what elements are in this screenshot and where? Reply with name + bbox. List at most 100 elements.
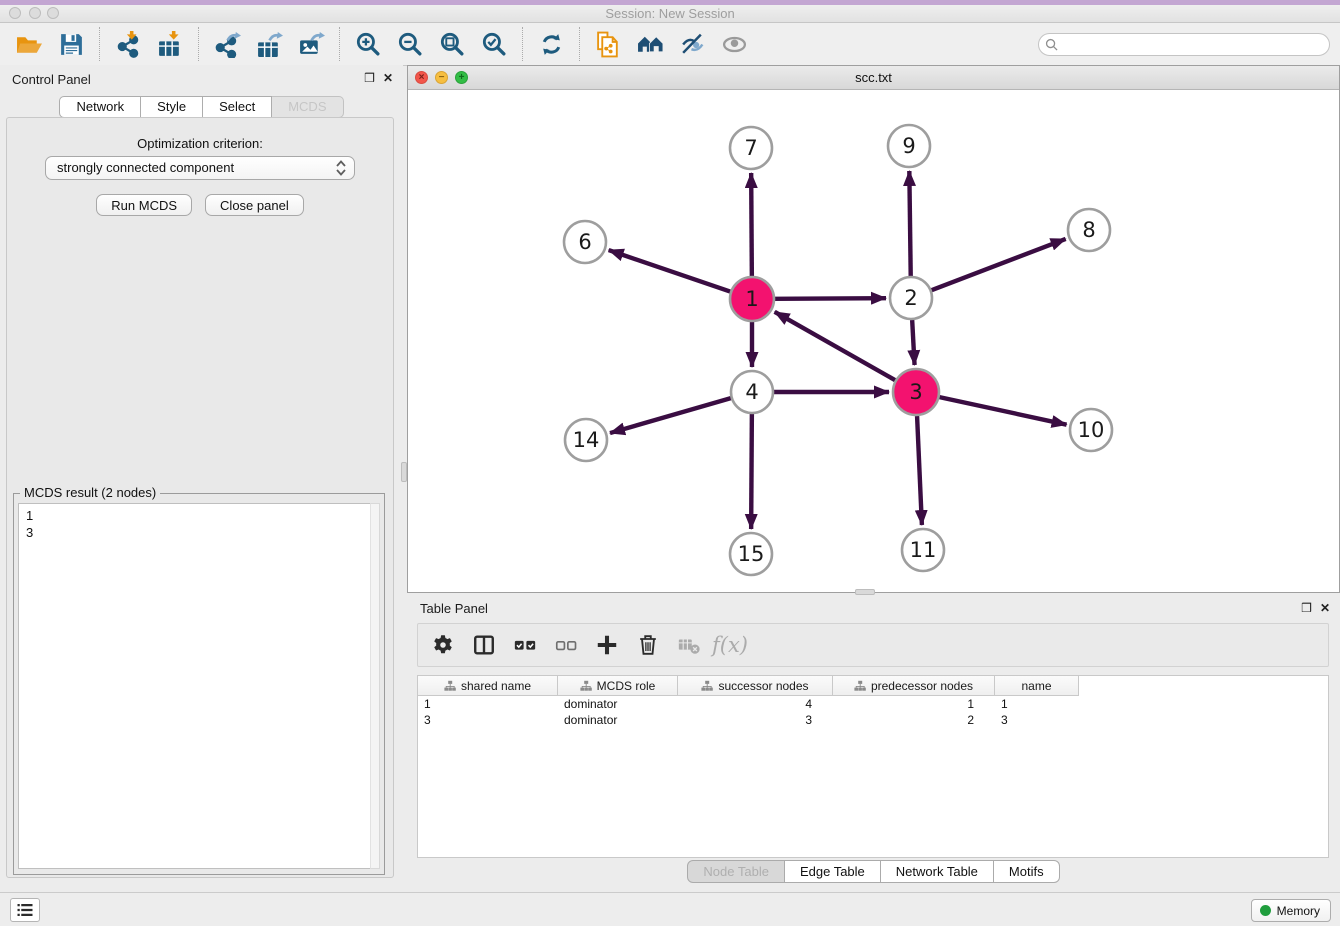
settings-gear-button[interactable] (430, 632, 456, 658)
table-cell[interactable]: 1 (418, 696, 558, 712)
column-visibility-button[interactable] (471, 632, 497, 658)
graph-node-14[interactable]: 14 (565, 419, 607, 461)
graph-node-11[interactable]: 11 (902, 529, 944, 571)
graph-node-4[interactable]: 4 (731, 371, 773, 413)
tab-motifs[interactable]: Motifs (994, 860, 1060, 883)
table-cell[interactable]: 3 (418, 712, 558, 728)
unselect-all-columns-icon (554, 633, 578, 657)
select-all-columns-button[interactable] (512, 632, 538, 658)
criterion-dropdown[interactable]: strongly connected component (45, 156, 355, 180)
first-neighbors-button[interactable] (635, 28, 665, 60)
table-cell[interactable]: 3 (678, 712, 833, 728)
close-panel-icon[interactable]: ✕ (383, 71, 393, 85)
graph-node-9[interactable]: 9 (888, 125, 930, 167)
table-cell[interactable]: 1 (833, 696, 995, 712)
zoom-selected-icon (481, 31, 508, 58)
node-label: 9 (902, 134, 915, 158)
result-scrollbar[interactable] (370, 503, 380, 869)
search-input[interactable] (1038, 33, 1330, 56)
zoom-fit-button[interactable] (437, 28, 467, 60)
criterion-value: strongly connected component (57, 160, 234, 175)
graph-node-15[interactable]: 15 (730, 533, 772, 575)
float-table-panel-icon[interactable]: ❒ (1301, 601, 1312, 615)
column-header-successor-nodes[interactable]: successor nodes (678, 676, 833, 696)
table-tabs: Node TableEdge TableNetwork TableMotifs (407, 860, 1340, 883)
close-panel-button[interactable]: Close panel (205, 194, 304, 216)
edge-3-1[interactable] (775, 312, 896, 380)
graph-node-3[interactable]: 3 (893, 369, 939, 415)
zoom-out-button[interactable] (395, 28, 425, 60)
control-panel-header: Control Panel ❒ ✕ (0, 65, 403, 93)
edge-3-10[interactable] (939, 397, 1066, 425)
save-icon (58, 31, 85, 58)
float-panel-icon[interactable]: ❒ (364, 71, 375, 85)
hide-selected-button[interactable] (677, 28, 707, 60)
edge-4-14[interactable] (610, 398, 731, 433)
table-cell[interactable]: 1 (995, 696, 1079, 712)
column-header-predecessor-nodes[interactable]: predecessor nodes (833, 676, 995, 696)
edge-1-2[interactable] (775, 298, 886, 299)
task-history-button[interactable] (10, 898, 40, 922)
graph-node-8[interactable]: 8 (1068, 209, 1110, 251)
column-header-MCDS-role[interactable]: MCDS role (558, 676, 678, 696)
show-all-button[interactable] (719, 28, 749, 60)
result-line: 3 (26, 524, 370, 541)
edge-2-8[interactable] (932, 239, 1066, 290)
import-table-button[interactable] (155, 28, 185, 60)
network-canvas[interactable]: 7 9 6 8 1 2 4 3 14 10 15 11 (408, 90, 1339, 592)
memory-button[interactable]: Memory (1251, 899, 1331, 922)
graph-node-6[interactable]: 6 (564, 221, 606, 263)
zoom-selected-button[interactable] (479, 28, 509, 60)
column-label: MCDS role (597, 679, 656, 693)
table-cell[interactable]: 4 (678, 696, 833, 712)
node-label: 14 (573, 428, 600, 452)
edge-2-9[interactable] (909, 171, 910, 276)
node-label: 11 (910, 538, 937, 562)
tab-node-table[interactable]: Node Table (687, 860, 785, 883)
table-cell[interactable]: dominator (558, 712, 678, 728)
save-button[interactable] (56, 28, 86, 60)
graph-node-2[interactable]: 2 (890, 277, 932, 319)
tab-mcds[interactable]: MCDS (272, 96, 343, 118)
tab-select[interactable]: Select (203, 96, 272, 118)
edge-1-6[interactable] (609, 250, 731, 291)
add-column-button[interactable] (594, 632, 620, 658)
edge-3-11[interactable] (917, 416, 922, 525)
table-cell[interactable]: 2 (833, 712, 995, 728)
close-table-panel-icon[interactable]: ✕ (1320, 601, 1330, 615)
graph-node-1[interactable]: 1 (730, 277, 774, 321)
tab-network[interactable]: Network (59, 96, 141, 118)
edge-1-7[interactable] (751, 173, 752, 276)
table-cell[interactable]: 3 (995, 712, 1079, 728)
status-bar: Memory (0, 892, 1340, 926)
edge-2-3[interactable] (912, 320, 914, 365)
table-cell[interactable]: dominator (558, 696, 678, 712)
unselect-all-columns-button[interactable] (553, 632, 579, 658)
export-table-icon (256, 31, 283, 58)
graph-node-10[interactable]: 10 (1070, 409, 1112, 451)
zoom-in-button[interactable] (353, 28, 383, 60)
mcds-result-text[interactable]: 13 (18, 503, 370, 869)
tab-network-table[interactable]: Network Table (881, 860, 994, 883)
settings-gear-icon (431, 633, 455, 657)
tab-edge-table[interactable]: Edge Table (785, 860, 881, 883)
export-image-button[interactable] (296, 28, 326, 60)
list-icon (16, 902, 34, 918)
table-toolbar: f(x) (417, 623, 1329, 667)
tab-style[interactable]: Style (141, 96, 203, 118)
first-neighbors-icon (637, 31, 664, 58)
vertical-splitter-handle[interactable] (401, 462, 407, 482)
column-header-shared-name[interactable]: shared name (418, 676, 558, 696)
edge-4-15[interactable] (751, 414, 752, 529)
refresh-button[interactable] (536, 28, 566, 60)
new-network-from-selection-button[interactable] (593, 28, 623, 60)
import-network-button[interactable] (113, 28, 143, 60)
open-folder-button[interactable] (14, 28, 44, 60)
run-mcds-button[interactable]: Run MCDS (96, 194, 192, 216)
export-network-button[interactable] (212, 28, 242, 60)
graph-node-7[interactable]: 7 (730, 127, 772, 169)
export-table-button[interactable] (254, 28, 284, 60)
delete-column-button[interactable] (635, 632, 661, 658)
node-label: 15 (738, 542, 765, 566)
column-header-name[interactable]: name (995, 676, 1079, 696)
